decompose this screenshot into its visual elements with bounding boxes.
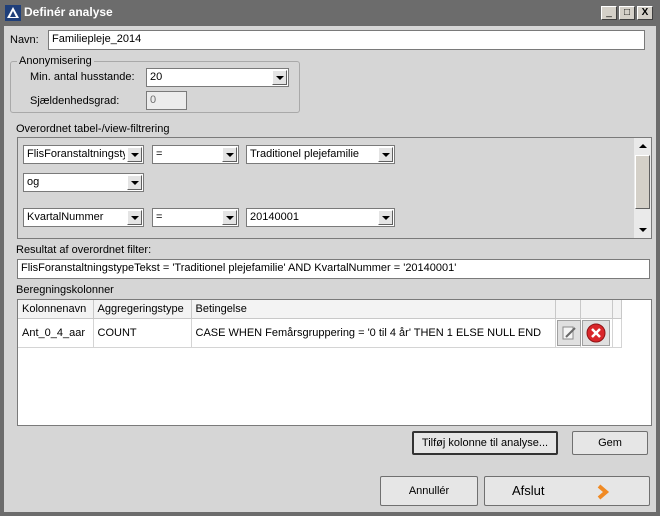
chevron-down-icon[interactable] (127, 210, 142, 225)
column-header-condition[interactable]: Betingelse (191, 300, 556, 319)
grid-header-row: Kolonnenavn Aggregeringstype Betingelse (18, 300, 622, 319)
filter-connector-select[interactable]: og (23, 173, 144, 192)
filter-value-value-1: Traditionel plejefamilie (250, 148, 360, 160)
close-button[interactable]: X (637, 6, 653, 20)
result-filter-field[interactable]: FlisForanstaltningstypeTekst = 'Traditio… (17, 259, 650, 279)
row-aggregation[interactable]: COUNT (93, 318, 192, 348)
edit-icon (562, 326, 576, 340)
column-header-name[interactable]: Kolonnenavn (18, 300, 94, 319)
delete-icon (586, 323, 605, 343)
filter-column-value-1: FlisForanstaltningstyp (27, 148, 125, 160)
rarity-label: Sjældenhedsgrad: (30, 95, 120, 107)
row-condition[interactable]: CASE WHEN Femårsgruppering = '0 til 4 år… (191, 318, 556, 348)
filter-connector-value: og (27, 176, 40, 188)
name-input[interactable]: Familiepleje_2014 (48, 30, 645, 50)
finish-button[interactable]: Afslut (484, 476, 650, 506)
scroll-down-icon[interactable] (634, 221, 651, 238)
dialog-window: Definér analyse _ □ X Navn: Familiepleje… (0, 0, 660, 516)
chevron-down-icon[interactable] (272, 70, 287, 85)
filter-operator-value-1: = (156, 148, 163, 160)
finish-label: Afslut (512, 483, 545, 498)
app-logo-icon (5, 5, 21, 21)
cancel-button[interactable]: Annullér (380, 476, 478, 506)
column-header-edit (555, 300, 581, 319)
chevron-down-icon[interactable] (222, 210, 237, 225)
scroll-up-icon[interactable] (634, 138, 651, 155)
chevron-down-icon[interactable] (127, 147, 142, 162)
filter-operator-select-1[interactable]: = (152, 145, 239, 164)
row-column-name[interactable]: Ant_0_4_aar (18, 318, 94, 348)
column-header-aggregation[interactable]: Aggregeringstype (93, 300, 192, 319)
min-households-value: 20 (150, 71, 163, 83)
name-label: Navn: (10, 34, 39, 46)
filter-column-select-2[interactable]: KvartalNummer (23, 208, 144, 227)
arrow-right-icon (597, 484, 610, 500)
delete-button[interactable] (581, 320, 610, 346)
min-households-select[interactable]: 20 (146, 68, 289, 87)
filter-value-select-1[interactable]: Traditionel plejefamilie (246, 145, 395, 164)
filter-panel: FlisForanstaltningstyp = Traditionel ple… (17, 137, 652, 239)
columns-section-caption: Beregningskolonner (16, 284, 114, 296)
title-bar[interactable]: Definér analyse _ □ X (0, 0, 660, 26)
chevron-down-icon[interactable] (378, 210, 393, 225)
rarity-field: 0 (146, 91, 187, 110)
columns-table: Kolonnenavn Aggregeringstype Betingelse … (18, 300, 622, 348)
save-button[interactable]: Gem (572, 431, 648, 455)
edit-button[interactable] (556, 320, 581, 346)
minimize-button[interactable]: _ (601, 6, 617, 20)
filter-operator-select-2[interactable]: = (152, 208, 239, 227)
filter-operator-value-2: = (156, 211, 163, 223)
filter-column-select-1[interactable]: FlisForanstaltningstyp (23, 145, 144, 164)
maximize-button[interactable]: □ (619, 6, 635, 20)
anonymisering-caption: Anonymisering (17, 55, 94, 67)
filter-value-value-2: 20140001 (250, 211, 299, 223)
scroll-thumb[interactable] (635, 155, 650, 209)
row-spacer-cell (612, 318, 622, 348)
min-households-label: Min. antal husstande: (30, 71, 135, 83)
row-delete-cell (580, 318, 613, 348)
column-header-spacer (612, 300, 622, 319)
filter-value-select-2[interactable]: 20140001 (246, 208, 395, 227)
column-header-delete (580, 300, 613, 319)
add-column-button[interactable]: Tilføj kolonne til analyse... (412, 431, 558, 455)
chevron-down-icon[interactable] (222, 147, 237, 162)
table-row[interactable]: Ant_0_4_aar COUNT CASE WHEN Femårsgruppe… (18, 318, 622, 348)
chevron-down-icon[interactable] (127, 175, 142, 190)
filter-column-value-2: KvartalNummer (27, 211, 104, 223)
filter-scrollbar[interactable] (634, 138, 651, 238)
dialog-body: Navn: Familiepleje_2014 Anonymisering Mi… (4, 26, 656, 512)
result-filter-label: Resultat af overordnet filter: (16, 244, 152, 256)
chevron-down-icon[interactable] (378, 147, 393, 162)
row-edit-cell (555, 318, 581, 348)
window-title: Definér analyse (24, 5, 113, 19)
filter-section-caption: Overordnet tabel-/view-filtrering (16, 123, 170, 135)
columns-grid: Kolonnenavn Aggregeringstype Betingelse … (17, 299, 652, 426)
